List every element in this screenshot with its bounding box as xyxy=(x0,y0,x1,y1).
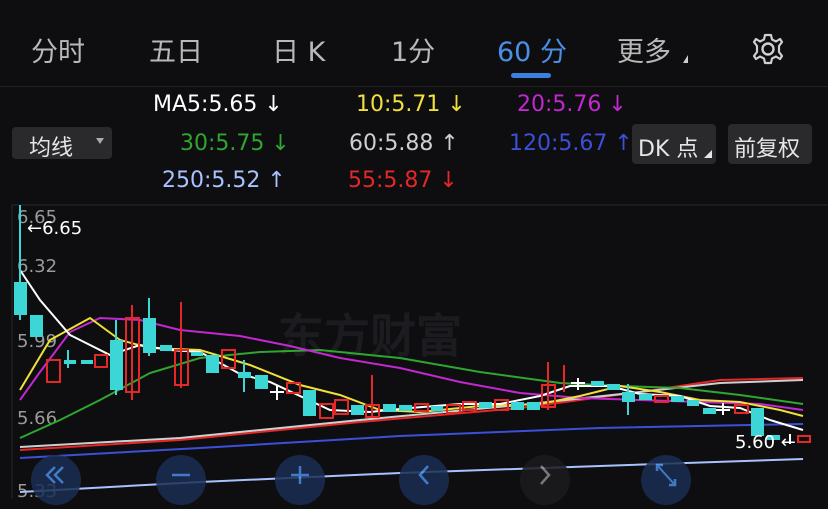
tab-more[interactable]: 更多 xyxy=(617,30,671,69)
ma-select-caret-icon xyxy=(96,138,104,144)
ma30-line xyxy=(19,348,804,439)
candlestick-chart[interactable]: 东方财富 6.65 6.32 5.99 5.66 5.33 xyxy=(0,198,828,498)
ma250-value: 250:5.52 ↑ xyxy=(162,168,286,193)
more-dropdown-icon xyxy=(683,55,688,63)
tab-60-minute[interactable]: 60 分 xyxy=(497,30,567,69)
dk-point-label: DK 点 xyxy=(638,137,699,162)
ma120-value: 120:5.67 ↑ xyxy=(509,131,633,156)
tab-five-day[interactable]: 五日 xyxy=(149,30,203,69)
ma60-value: 60:5.88 ↑ xyxy=(349,131,459,156)
active-tab-indicator xyxy=(511,73,551,78)
adjust-price-label: 前复权 xyxy=(734,137,801,162)
ma20-value: 20:5.76 ↓ xyxy=(517,92,627,117)
period-tab-bar: 分时 五日 日 K 1分 60 分 更多 xyxy=(0,0,828,87)
adjust-price-button[interactable]: 前复权 xyxy=(728,124,812,164)
ma55-value: 55:5.87 ↓ xyxy=(348,168,458,193)
ma60-line xyxy=(19,379,804,448)
high-price-marker: ←6.65 xyxy=(27,218,82,239)
tab-1-minute[interactable]: 1分 xyxy=(391,30,435,69)
tab-daily-k[interactable]: 日 K xyxy=(272,30,325,69)
tab-intraday[interactable]: 分时 xyxy=(31,30,85,69)
y-axis-label-4: 5.66 xyxy=(17,408,57,429)
low-price-marker: 5.60 ← xyxy=(735,432,796,453)
dk-point-button[interactable]: DK 点 xyxy=(632,124,716,164)
ma30-value: 30:5.75 ↓ xyxy=(180,131,290,156)
ma-select-button[interactable]: 均线 xyxy=(12,127,112,161)
ma5-value: MA5:5.65 ↓ xyxy=(153,92,283,117)
dk-corner-icon xyxy=(704,150,712,158)
settings-gear-icon[interactable] xyxy=(751,32,785,66)
ma10-value: 10:5.71 ↓ xyxy=(356,92,466,117)
ma-select-label: 均线 xyxy=(29,136,74,161)
